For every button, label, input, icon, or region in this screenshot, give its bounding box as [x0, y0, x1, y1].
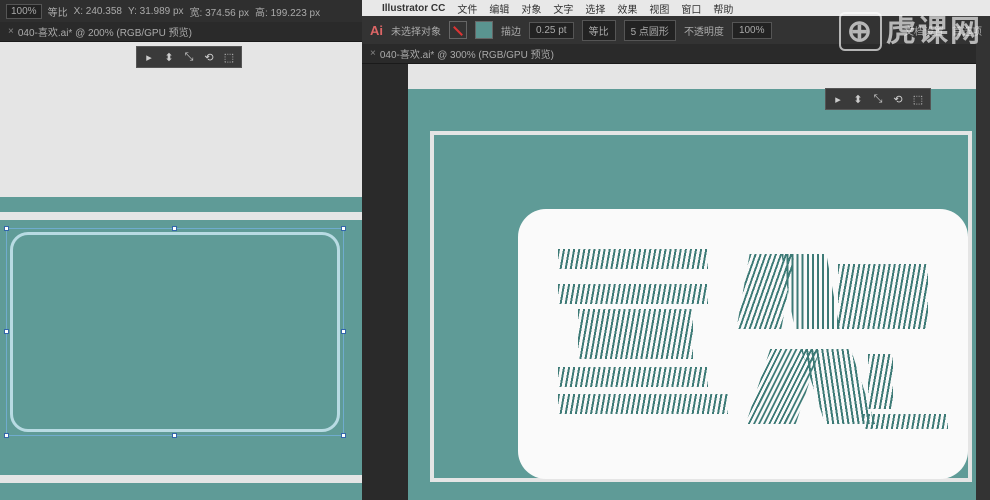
sel-more-icon[interactable]: ⬚ [222, 50, 236, 64]
zoom-select[interactable]: 100% [6, 4, 42, 19]
menu-type[interactable]: 文字 [553, 1, 573, 16]
artwork-strip-bottom [0, 483, 362, 500]
menu-help[interactable]: 帮助 [713, 1, 733, 16]
app-name[interactable]: Illustrator CC [382, 3, 445, 14]
info-label: 等比 [48, 4, 68, 19]
watermark-text: ⊕虎课网 [839, 6, 982, 51]
handle-ne[interactable] [341, 226, 346, 231]
brush-style-select[interactable]: 5 点圆形 [624, 20, 676, 41]
right-canvas[interactable] [408, 64, 990, 500]
right-mini-toolbar[interactable]: ▸ ⬍ ⤡ ⟲ ⬚ [825, 88, 931, 110]
menu-window[interactable]: 窗口 [681, 1, 701, 16]
left-mini-toolbar[interactable]: ▸ ⬍ ⤡ ⟲ ⬚ [136, 46, 242, 68]
sel-arrow-icon[interactable]: ▸ [831, 92, 845, 106]
uniform-select[interactable]: 等比 [582, 20, 616, 41]
menu-effect[interactable]: 效果 [617, 1, 637, 16]
opacity-label: 不透明度 [684, 23, 724, 38]
fill-swatch[interactable] [449, 21, 467, 39]
handle-se[interactable] [341, 433, 346, 438]
sel-rotate-icon[interactable]: ⟲ [202, 50, 216, 64]
sel-more-icon[interactable]: ⬚ [911, 92, 925, 106]
no-selection-label: 未选择对象 [391, 23, 441, 38]
info-w: 宽: 374.56 px [190, 4, 249, 19]
right-document-window: × 040-喜欢.ai* @ 300% (RGB/GPU 预览) [362, 44, 990, 500]
handle-n[interactable] [172, 226, 177, 231]
sel-scale-icon[interactable]: ⤡ [182, 50, 196, 64]
artwork-strip [0, 197, 362, 212]
stroke-label: 描边 [501, 23, 521, 38]
menu-file[interactable]: 文件 [457, 1, 477, 16]
sel-scale-icon[interactable]: ⤡ [871, 92, 885, 106]
menu-view[interactable]: 视图 [649, 1, 669, 16]
left-document-window: 100% 等比 X: 240.358 Y: 31.989 px 宽: 374.5… [0, 0, 362, 500]
app-badge-icon: Ai [370, 23, 383, 38]
menu-object[interactable]: 对象 [521, 1, 541, 16]
info-h: 高: 199.223 px [255, 4, 320, 19]
white-rounded-panel [518, 209, 968, 479]
menu-edit[interactable]: 编辑 [489, 1, 509, 16]
handle-e[interactable] [341, 329, 346, 334]
info-y: Y: 31.989 px [128, 6, 184, 17]
handle-w[interactable] [4, 329, 9, 334]
handle-nw[interactable] [4, 226, 9, 231]
handle-sw[interactable] [4, 433, 9, 438]
tab-title: 040-喜欢.ai* @ 300% (RGB/GPU 预览) [380, 46, 554, 61]
right-panel-dock[interactable] [976, 44, 990, 500]
opacity-input[interactable]: 100% [732, 22, 772, 39]
sel-move-icon[interactable]: ⬍ [851, 92, 865, 106]
artboard-background [408, 89, 990, 500]
stroke-swatch[interactable] [475, 21, 493, 39]
left-canvas[interactable] [0, 42, 362, 500]
sel-arrow-icon[interactable]: ▸ [142, 50, 156, 64]
tab-close-icon[interactable]: × [370, 48, 376, 59]
tab-title: 040-喜欢.ai* @ 200% (RGB/GPU 预览) [18, 24, 192, 39]
sel-rotate-icon[interactable]: ⟲ [891, 92, 905, 106]
handle-s[interactable] [172, 433, 177, 438]
left-control-bar: 100% 等比 X: 240.358 Y: 31.989 px 宽: 374.5… [0, 0, 362, 22]
selection-bounding-box[interactable] [6, 228, 344, 436]
sel-move-icon[interactable]: ⬍ [162, 50, 176, 64]
tab-close-icon[interactable]: × [8, 26, 14, 37]
stroke-weight-input[interactable]: 0.25 pt [529, 22, 574, 39]
left-document-tab[interactable]: × 040-喜欢.ai* @ 200% (RGB/GPU 预览) [0, 22, 362, 42]
info-x: X: 240.358 [74, 6, 122, 17]
menu-select[interactable]: 选择 [585, 1, 605, 16]
